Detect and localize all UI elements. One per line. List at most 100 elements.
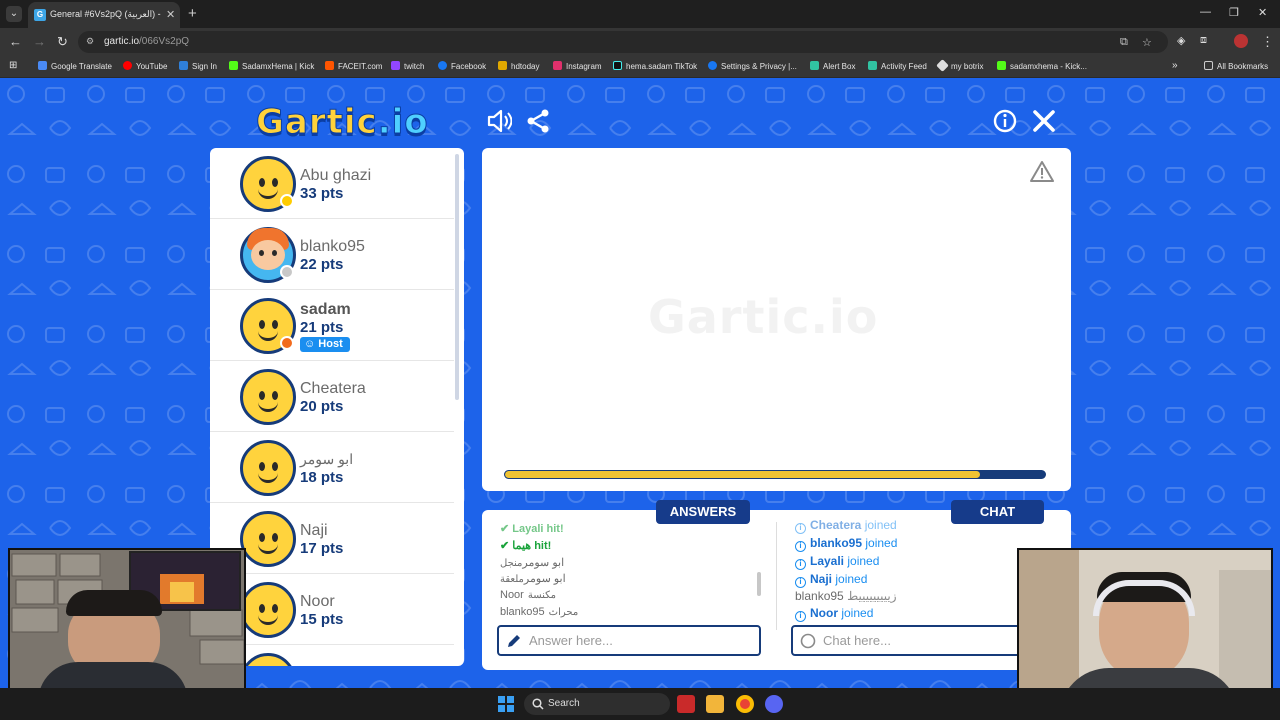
answers-tab[interactable]: ANSWERS: [656, 500, 750, 524]
browser-tab[interactable]: G General #6Vs2pQ (العربية) - Gartic ✕: [28, 2, 180, 28]
install-icon[interactable]: ⧉: [1120, 36, 1128, 49]
player-row[interactable]: Naji 17 pts: [210, 503, 454, 574]
pencil-icon: [508, 635, 520, 647]
gartic-favicon-icon: G: [34, 9, 46, 21]
player-row-partial: [210, 645, 454, 666]
sound-toggle-icon[interactable]: [486, 108, 512, 134]
tab-close-icon[interactable]: ✕: [166, 8, 175, 21]
status-dot: [280, 194, 294, 208]
bookmark-star-icon[interactable]: ☆: [1142, 36, 1152, 49]
player-points: 21 pts: [300, 319, 344, 336]
bookmark-instagram[interactable]: Instagram: [553, 61, 602, 71]
window-close-icon[interactable]: ✕: [1258, 6, 1267, 19]
chat-tab[interactable]: CHAT: [951, 500, 1044, 524]
profile-avatar-icon[interactable]: [1234, 34, 1248, 48]
player-name: ابو سومر: [300, 451, 354, 467]
bookmark-faceit[interactable]: FACEIT.com: [325, 61, 382, 71]
bookmark-twitch[interactable]: twitch: [391, 61, 424, 71]
player-name: Abu ghazi: [300, 167, 372, 184]
host-badge: ☺ Host: [300, 337, 350, 352]
answers-scrollbar[interactable]: [757, 572, 761, 596]
chat-system-message: i Cheatera joined: [795, 518, 897, 534]
reload-icon[interactable]: ↻: [57, 34, 68, 50]
player-points: 33 pts: [300, 185, 344, 202]
app-icon[interactable]: [677, 695, 695, 713]
more-bookmarks-icon[interactable]: »: [1172, 60, 1178, 71]
bookmark-alert-box[interactable]: Alert Box: [810, 61, 855, 71]
report-warning-icon[interactable]: [1030, 160, 1054, 182]
info-icon[interactable]: [993, 108, 1017, 134]
bookmark-activity-feed[interactable]: Activity Feed: [868, 61, 927, 71]
file-explorer-icon[interactable]: [706, 695, 724, 713]
close-game-icon[interactable]: [1032, 108, 1056, 134]
back-icon[interactable]: ←: [9, 34, 22, 49]
forward-icon[interactable]: →: [33, 34, 46, 49]
player-row[interactable]: Noor 15 pts: [210, 574, 454, 645]
player-row[interactable]: ابو سومر 18 pts: [210, 432, 454, 503]
browser-menu-icon[interactable]: ⋮: [1261, 34, 1274, 50]
apps-grid-icon[interactable]: ⊞: [9, 60, 17, 71]
answer-hit-message: ✔ هيما hit!: [500, 540, 552, 552]
player-name: blanko95: [300, 238, 365, 255]
bookmark-facebook[interactable]: Facebook: [438, 61, 486, 71]
bookmark-tiktok[interactable]: hema.sadam TikTok: [613, 61, 697, 71]
answer-message: ابو سومرملعقة: [500, 573, 566, 585]
player-points: 17 pts: [300, 540, 344, 557]
answer-input[interactable]: [529, 633, 749, 648]
url-bar[interactable]: ⚙ gartic.io/066Vs2pQ ⧉ ☆: [78, 31, 1168, 53]
chat-system-message: i Naji joined: [795, 572, 867, 588]
bookmark-hdtoday[interactable]: hdtoday: [498, 61, 539, 71]
new-tab-icon[interactable]: +: [188, 5, 197, 22]
chrome-icon[interactable]: [736, 695, 754, 713]
taskbar-search[interactable]: Search: [524, 693, 670, 715]
status-dot: [280, 336, 294, 350]
bookmark-youtube[interactable]: YouTube: [123, 61, 167, 71]
discord-icon[interactable]: [765, 695, 783, 713]
search-icon: [532, 698, 544, 710]
chat-input[interactable]: [823, 633, 1003, 648]
bookmark-sign-in[interactable]: Sign In: [179, 61, 217, 71]
browser-tab-bar: ⌄ G General #6Vs2pQ (العربية) - Gartic ✕…: [0, 0, 1280, 28]
windows-taskbar: Search: [0, 688, 1280, 720]
share-icon[interactable]: [526, 108, 550, 134]
bookmark-kick[interactable]: SadamxHema | Kick: [229, 61, 314, 71]
windows-start-icon[interactable]: [498, 696, 514, 712]
bookmark-facebook-settings[interactable]: Settings & Privacy |...: [708, 61, 797, 71]
answer-message: Noor مكنسة: [500, 589, 557, 601]
player-name: Naji: [300, 522, 328, 539]
bookmark-botrix[interactable]: my botrix: [936, 59, 983, 72]
extension-icon[interactable]: ◈: [1177, 34, 1185, 47]
answer-message: ابو سومرمنجل: [500, 557, 565, 569]
smiley-avatar-icon: [240, 511, 296, 567]
answer-field[interactable]: [497, 625, 761, 656]
maximize-icon[interactable]: ❐: [1229, 6, 1239, 19]
all-bookmarks[interactable]: All Bookmarks: [1204, 61, 1268, 71]
chat-system-message: i Layali joined: [795, 554, 879, 570]
player-name: Noor: [300, 593, 335, 610]
player-row[interactable]: Abu ghazi 33 pts: [210, 148, 454, 219]
streamer-hair: [66, 590, 162, 616]
canvas-watermark: Gartic.io: [648, 290, 879, 344]
players-scrollbar[interactable]: [455, 154, 459, 400]
player-row[interactable]: sadam 21 pts ☺ Host: [210, 290, 454, 361]
chat-field[interactable]: [791, 625, 1021, 656]
tab-search-icon[interactable]: ⌄: [6, 6, 22, 22]
player-row[interactable]: blanko95 22 pts: [210, 219, 454, 290]
smiley-avatar-icon: [240, 440, 296, 496]
smiley-avatar-icon: [240, 369, 296, 425]
player-points: 20 pts: [300, 398, 344, 415]
chat-message: blanko95 زيييييييييط: [795, 589, 897, 603]
site-info-icon[interactable]: ⚙: [86, 36, 98, 48]
extensions-puzzle-icon[interactable]: ⧈: [1200, 34, 1207, 47]
player-points: 18 pts: [300, 469, 344, 486]
status-dot: [280, 265, 294, 279]
tab-title: General #6Vs2pQ (العربية) - Gartic: [50, 9, 162, 19]
player-name: sadam: [300, 301, 351, 318]
player-row[interactable]: Cheatera 20 pts: [210, 361, 454, 432]
bookmark-google-translate[interactable]: Google Translate: [38, 61, 112, 71]
smiley-avatar-icon: [240, 653, 296, 666]
minimize-icon[interactable]: —: [1200, 6, 1211, 18]
drawing-canvas[interactable]: Gartic.io: [482, 148, 1071, 491]
round-timer-bar: [504, 470, 1046, 479]
bookmark-kick-channel[interactable]: sadamxhema - Kick...: [997, 61, 1087, 71]
